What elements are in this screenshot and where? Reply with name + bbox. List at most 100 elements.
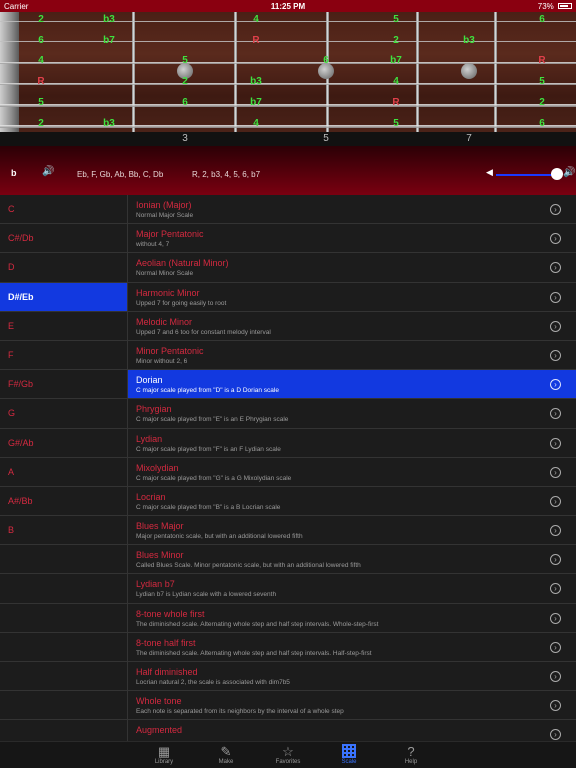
root-note-marker[interactable]: R [26, 76, 56, 88]
scale-row[interactable]: Harmonic Minor Upped 7 for going easily t… [128, 283, 576, 312]
detail-disclosure-icon[interactable]: › [550, 349, 561, 361]
key-item[interactable]: D#/Eb [0, 282, 127, 312]
detail-disclosure-icon[interactable]: › [550, 437, 561, 449]
detail-disclosure-icon[interactable]: › [550, 466, 561, 478]
interval-note-marker[interactable]: 6 [527, 14, 557, 26]
detail-disclosure-icon[interactable]: › [550, 612, 561, 624]
tab-scale[interactable]: Scale [324, 744, 374, 765]
detail-disclosure-icon[interactable]: › [550, 291, 561, 303]
key-item[interactable]: G#/Ab [0, 429, 127, 458]
volume-slider-track[interactable] [496, 174, 556, 176]
scale-row[interactable]: Blues Major Major pentatonic scale, but w… [128, 516, 576, 546]
scale-row[interactable]: Locrian C major scale played from "B" is … [128, 487, 576, 517]
detail-disclosure-icon[interactable]: › [550, 671, 561, 682]
detail-disclosure-icon[interactable]: › [550, 729, 561, 741]
interval-note-marker[interactable]: b3 [94, 14, 124, 26]
scale-row[interactable]: Mixolydian C major scale played from "G" … [128, 458, 576, 487]
key-item[interactable]: G [0, 399, 127, 429]
interval-note-marker[interactable]: b3 [94, 118, 124, 130]
scale-row[interactable]: Major Pentatonic without 4, 7 › [128, 224, 576, 254]
tab-library[interactable]: ▦ Library [139, 744, 189, 765]
interval-note-marker[interactable]: 4 [241, 118, 271, 130]
interval-note-marker[interactable]: 2 [26, 14, 56, 26]
pencil-icon: ✎ [220, 744, 232, 759]
interval-note-marker[interactable]: b3 [454, 35, 484, 47]
scale-description: Normal Minor Scale [136, 270, 194, 278]
detail-disclosure-icon[interactable]: › [550, 583, 561, 595]
guitar-string [0, 125, 576, 128]
interval-note-marker[interactable]: 5 [381, 118, 411, 130]
scale-name: Aeolian (Natural Minor) [136, 258, 229, 269]
root-note-marker[interactable]: R [241, 35, 271, 47]
interval-note-marker[interactable]: 2 [381, 35, 411, 47]
interval-note-marker[interactable]: 5 [527, 76, 557, 88]
scale-row[interactable]: Melodic Minor Upped 7 and 6 too for const… [128, 312, 576, 341]
interval-note-marker[interactable]: 4 [381, 76, 411, 88]
scale-row[interactable]: Blues Minor Called Blues Scale. Minor pen… [128, 545, 576, 575]
interval-note-marker[interactable]: 6 [170, 97, 200, 109]
interval-note-marker[interactable]: 5 [26, 97, 56, 109]
scale-row[interactable]: Whole tone Each note is separated from it… [128, 691, 576, 721]
interval-note-marker[interactable]: 4 [241, 14, 271, 26]
tab-favorites[interactable]: ☆ Favorites [263, 744, 313, 765]
fretboard[interactable]: 2 b3 4 5 6 6 b7 R 2 b3 4 5 6 b7 R R 2 b3 4 5 5 6 b7 R 2 2 b3 4 5 6 [0, 12, 576, 132]
scale-name: Harmonic Minor [136, 287, 200, 298]
scale-description: C major scale played from "G" is a G Mix… [136, 474, 292, 482]
key-item[interactable]: A [0, 458, 127, 487]
interval-note-marker[interactable]: 2 [170, 76, 200, 88]
tab-help[interactable]: ? Help [386, 744, 436, 765]
scale-row[interactable]: Augmented › [128, 720, 576, 741]
root-note-marker[interactable]: R [381, 97, 411, 109]
key-item[interactable]: F [0, 341, 127, 371]
detail-disclosure-icon[interactable]: › [550, 554, 561, 566]
interval-note-marker[interactable]: 4 [26, 55, 56, 67]
tab-make[interactable]: ✎ Make [201, 744, 251, 765]
detail-disclosure-icon[interactable]: › [550, 233, 561, 245]
root-note-marker[interactable]: R [527, 55, 557, 67]
key-item[interactable]: B [0, 516, 127, 546]
interval-note-marker[interactable]: b7 [241, 97, 271, 109]
detail-disclosure-icon[interactable]: › [550, 379, 561, 391]
interval-note-marker[interactable]: 6 [26, 35, 56, 47]
scale-row[interactable]: Dorian C major scale played from "D" is a… [128, 370, 576, 400]
detail-disclosure-icon[interactable]: › [550, 262, 561, 274]
interval-note-marker[interactable]: 2 [26, 118, 56, 130]
scale-row[interactable]: Aeolian (Natural Minor) Normal Minor Scal… [128, 253, 576, 283]
key-item[interactable]: E [0, 312, 127, 341]
interval-note-marker[interactable]: b7 [381, 55, 411, 67]
detail-disclosure-icon[interactable]: › [550, 641, 561, 653]
detail-disclosure-icon[interactable]: › [550, 525, 561, 537]
detail-disclosure-icon[interactable]: › [550, 408, 561, 420]
speaker-icon[interactable]: 🔊 [42, 166, 54, 177]
tab-label: Scale [341, 759, 357, 765]
interval-note-marker[interactable]: b7 [94, 35, 124, 47]
interval-note-marker[interactable]: 6 [527, 118, 557, 130]
interval-note-marker[interactable]: b3 [241, 76, 271, 88]
interval-note-marker[interactable]: 5 [170, 55, 200, 67]
scale-row[interactable]: Half diminished Locrian natural 2, the sc… [128, 662, 576, 692]
key-item[interactable]: A#/Bb [0, 487, 127, 517]
scale-row[interactable]: Phrygian C major scale played from "E" is… [128, 399, 576, 429]
scale-row[interactable]: 8-tone half first The diminished scale. A… [128, 633, 576, 662]
key-item[interactable]: F#/Gb [0, 370, 127, 400]
detail-disclosure-icon[interactable]: › [550, 700, 561, 712]
scale-description: Called Blues Scale. Minor pentatonic sca… [136, 562, 361, 570]
scale-row[interactable]: Minor Pentatonic Minor without 2, 6 › [128, 341, 576, 371]
interval-note-marker[interactable]: 6 [311, 55, 341, 67]
volume-slider-knob[interactable] [551, 168, 563, 180]
scale-row[interactable]: 8-tone whole first The diminished scale. … [128, 604, 576, 633]
scale-row[interactable]: Lydian C major scale played from "F" is a… [128, 429, 576, 458]
key-empty-row [0, 633, 127, 662]
key-item[interactable]: D [0, 253, 127, 283]
scale-description: The diminished scale. Alternating whole … [136, 620, 379, 628]
detail-disclosure-icon[interactable]: › [550, 204, 561, 215]
interval-note-marker[interactable]: 2 [527, 97, 557, 109]
detail-disclosure-icon[interactable]: › [550, 495, 561, 507]
detail-disclosure-icon[interactable]: › [550, 320, 561, 332]
accidental-toggle-button[interactable]: b [11, 168, 17, 178]
key-item[interactable]: C#/Db [0, 224, 127, 254]
key-item[interactable]: C [0, 195, 127, 225]
scale-row[interactable]: Ionian (Major) Normal Major Scale › [128, 195, 576, 225]
scale-row[interactable]: Lydian b7 Lydian b7 is Lydian scale with … [128, 574, 576, 604]
interval-note-marker[interactable]: 5 [381, 14, 411, 26]
